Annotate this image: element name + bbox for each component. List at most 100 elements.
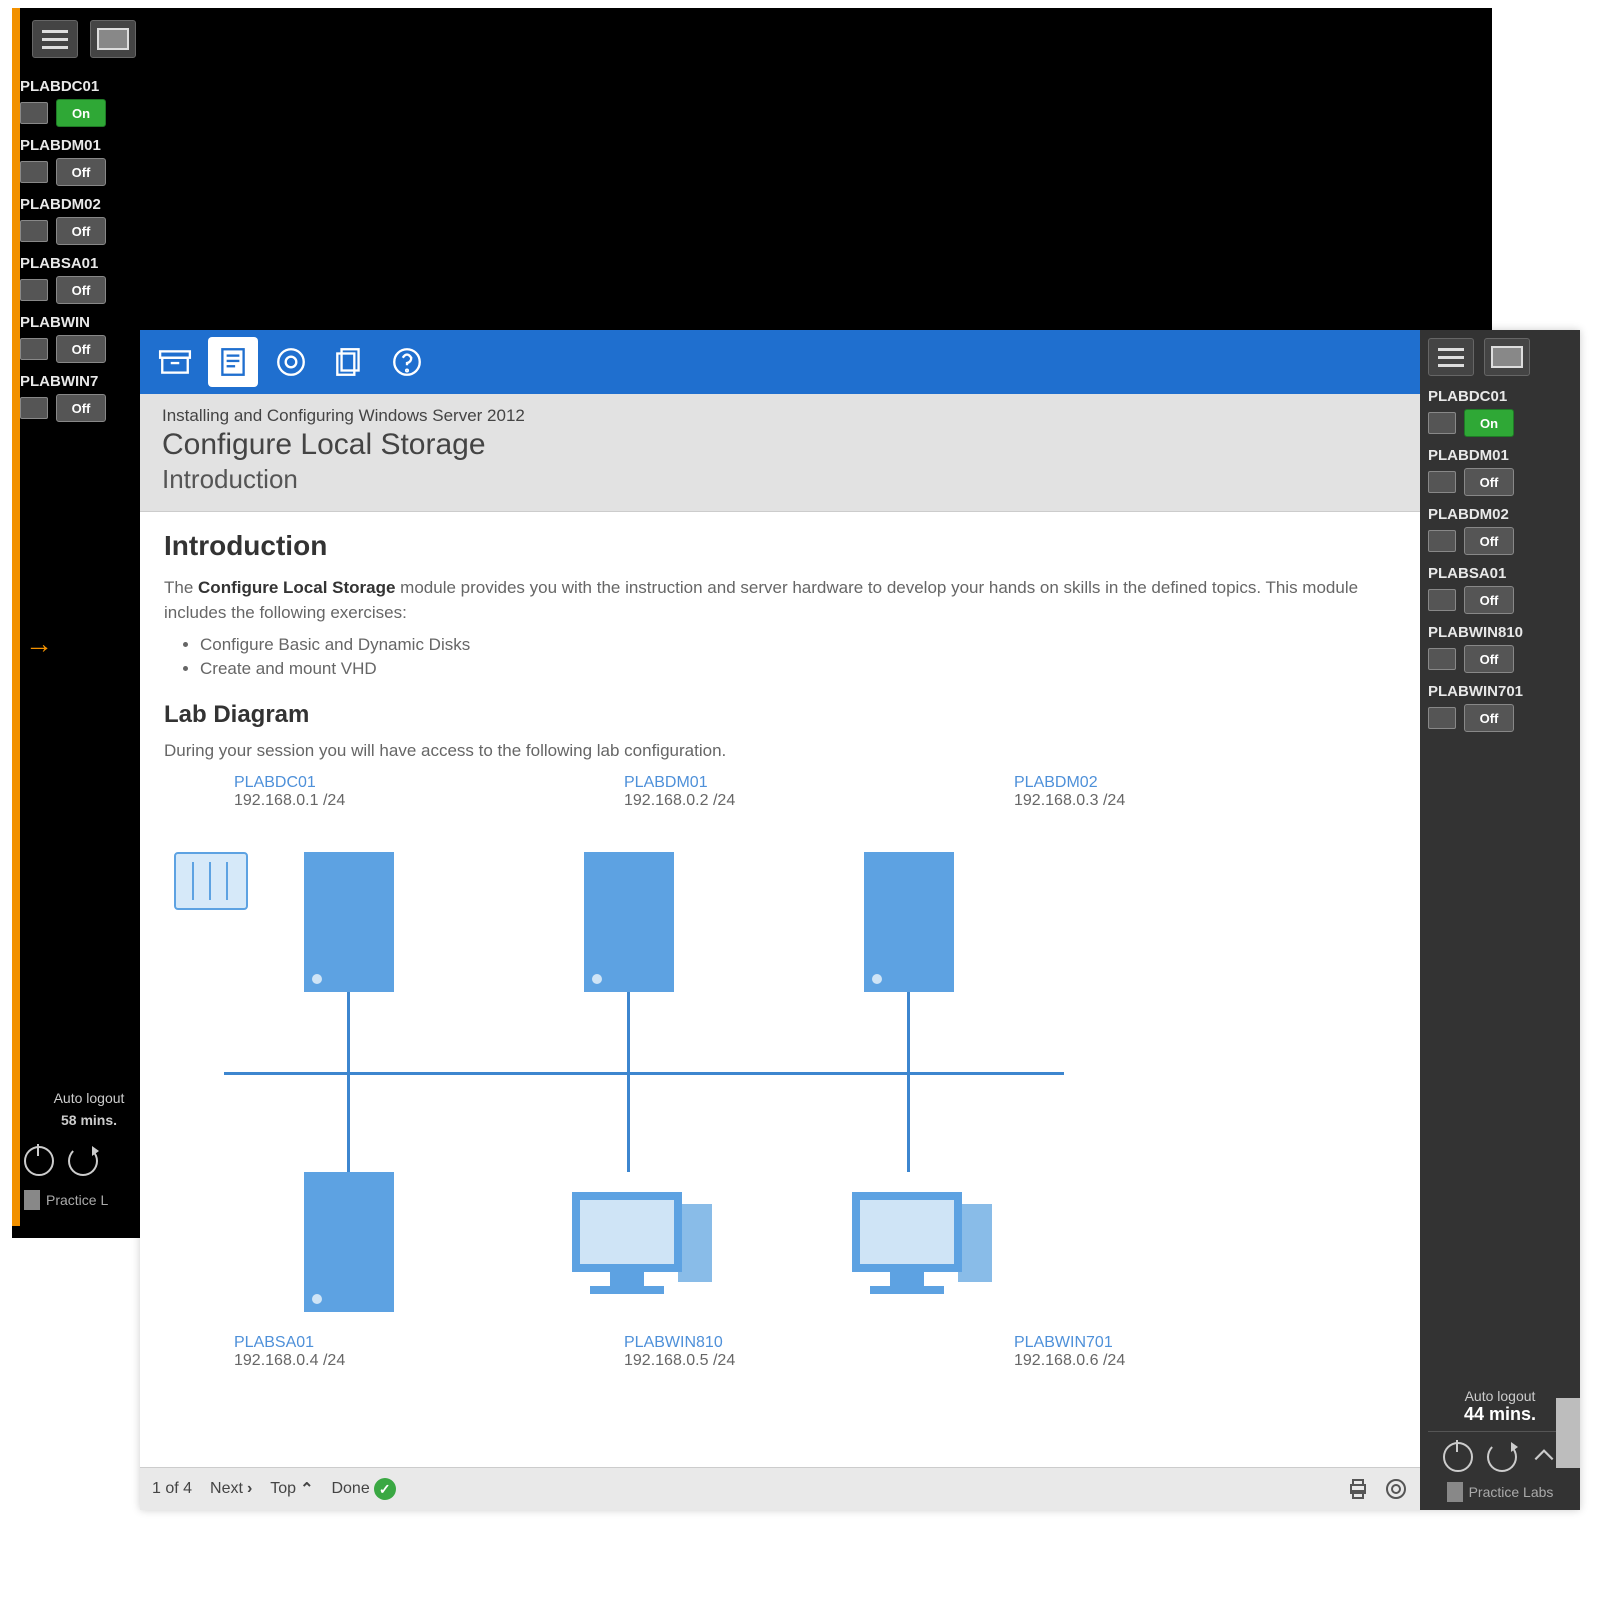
help-tab[interactable]	[382, 337, 432, 387]
server-icon	[20, 338, 48, 360]
help-icon	[390, 345, 424, 379]
done-button[interactable]: Done ✓	[331, 1478, 395, 1500]
device-item[interactable]: PLABDM02 Off	[20, 196, 140, 245]
devices-tab[interactable]	[150, 337, 200, 387]
node-ip: 192.168.0.3 /24	[1014, 792, 1214, 810]
server-icon	[20, 102, 48, 124]
menu-button[interactable]	[32, 20, 78, 58]
device-status[interactable]: Off	[1464, 704, 1514, 732]
front-sidebar: PLABDC01On PLABDM01 Off PLABDM02 Off PLABS…	[1420, 330, 1580, 1510]
device-status[interactable]: Off	[1464, 527, 1514, 555]
device-item[interactable]: PLABDM01 Off	[1428, 447, 1572, 496]
node-ip: 192.168.0.1 /24	[234, 792, 434, 810]
device-name: PLABDM01	[1428, 447, 1572, 464]
device-status[interactable]: Off	[1464, 645, 1514, 673]
display-button[interactable]	[90, 20, 136, 58]
device-item[interactable]: PLABDM01 Off	[20, 137, 140, 186]
content-header: Installing and Configuring Windows Serve…	[140, 394, 1420, 512]
device-item[interactable]: PLABDC01 On	[20, 78, 140, 127]
server-icon	[1428, 471, 1456, 493]
node-name: PLABSA01	[234, 1334, 434, 1352]
device-status[interactable]: Off	[56, 394, 106, 422]
device-item[interactable]: PLABDM02 Off	[1428, 506, 1572, 555]
server-icon	[304, 852, 394, 992]
device-item[interactable]: PLABWIN701Off	[1428, 683, 1572, 732]
workstation-icon	[572, 1192, 682, 1294]
server-icon	[20, 397, 48, 419]
resources-tab[interactable]	[324, 337, 374, 387]
top-button[interactable]: Top ⌃	[270, 1479, 313, 1499]
device-name: PLABWIN810	[1428, 624, 1572, 641]
display-button[interactable]	[1484, 338, 1530, 376]
node-name: PLABDM02	[1014, 774, 1214, 792]
node-ip: 192.168.0.6 /24	[1014, 1352, 1214, 1370]
device-item[interactable]: PLABSA01 Off	[1428, 565, 1572, 614]
lab-intro: During your session you will have access…	[164, 739, 1396, 764]
refresh-icon[interactable]	[68, 1146, 98, 1176]
device-status[interactable]: On	[1464, 409, 1514, 437]
device-item[interactable]: PLABDC01On	[1428, 388, 1572, 437]
node-ip: 192.168.0.4 /24	[234, 1352, 434, 1370]
back-device-list: PLABDC01 On PLABDM01 Off PLABDM02 Off PL…	[20, 78, 140, 432]
device-status[interactable]: Off	[1464, 468, 1514, 496]
front-device-list: PLABDC01On PLABDM01 Off PLABDM02 Off PLABS…	[1428, 388, 1572, 1382]
device-name: PLABDM01	[20, 137, 140, 154]
device-item[interactable]: PLABWIN7 Off	[20, 373, 140, 422]
server-icon	[1428, 648, 1456, 670]
device-status[interactable]: Off	[56, 276, 106, 304]
lab-diagram: PLABDC01192.168.0.1 /24 PLABDM01192.168.…	[164, 774, 1396, 1414]
content-tab[interactable]	[208, 337, 258, 387]
next-button[interactable]: Next ›	[210, 1480, 252, 1498]
device-item[interactable]: PLABSA01 Off	[20, 255, 140, 304]
settings-icon[interactable]	[1384, 1477, 1408, 1501]
device-status[interactable]: Off	[56, 158, 106, 186]
monitor-icon	[1491, 346, 1523, 368]
device-item[interactable]: PLABWIN Off	[20, 314, 140, 363]
device-name: PLABSA01	[1428, 565, 1572, 582]
intro-paragraph: The Configure Local Storage module provi…	[164, 576, 1396, 625]
power-icon[interactable]	[1443, 1442, 1473, 1472]
bottom-nav: 1 of 4 Next › Top ⌃ Done ✓	[140, 1467, 1420, 1510]
device-name: PLABDM02	[20, 196, 140, 213]
workstation-icon	[852, 1192, 962, 1294]
power-icon[interactable]	[24, 1146, 54, 1176]
server-icon	[1428, 530, 1456, 552]
device-name: PLABDM02	[1428, 506, 1572, 523]
chevron-right-icon: ›	[247, 1480, 252, 1498]
scrollbar[interactable]	[1556, 1398, 1580, 1468]
list-item: Configure Basic and Dynamic Disks	[200, 635, 1396, 655]
hamburger-icon	[1438, 348, 1464, 367]
exercise-list: Configure Basic and Dynamic Disks Create…	[200, 635, 1396, 679]
server-icon	[864, 852, 954, 992]
settings-tab[interactable]	[266, 337, 316, 387]
lock-icon	[1447, 1482, 1463, 1502]
auto-logout-label: Auto logout	[1428, 1388, 1572, 1404]
list-item: Create and mount VHD	[200, 659, 1396, 679]
device-status[interactable]: On	[56, 99, 106, 127]
notes-icon	[216, 345, 250, 379]
device-name: PLABWIN	[20, 314, 140, 331]
chevron-up-icon: ⌃	[300, 1479, 313, 1499]
breadcrumb: Installing and Configuring Windows Serve…	[162, 406, 1398, 426]
device-item[interactable]: PLABWIN810 Off	[1428, 624, 1572, 673]
server-icon	[584, 852, 674, 992]
menu-button[interactable]	[1428, 338, 1474, 376]
brand: Practice Labs	[1428, 1482, 1572, 1502]
device-status[interactable]: Off	[56, 217, 106, 245]
refresh-icon[interactable]	[1487, 1442, 1517, 1472]
server-icon	[20, 279, 48, 301]
share-icon[interactable]	[1531, 1442, 1557, 1468]
node-ip: 192.168.0.5 /24	[624, 1352, 824, 1370]
section-title: Introduction	[162, 464, 1398, 495]
gear-icon	[274, 345, 308, 379]
print-icon[interactable]	[1346, 1477, 1370, 1501]
auto-logout-value: 58 mins.	[24, 1112, 154, 1128]
hamburger-icon	[42, 30, 68, 49]
server-icon	[1428, 707, 1456, 729]
page-title: Introduction	[164, 530, 1396, 562]
expand-arrow-icon[interactable]: →	[25, 628, 53, 660]
device-name: PLABDC01	[20, 78, 140, 95]
device-status[interactable]: Off	[1464, 586, 1514, 614]
server-icon	[20, 220, 48, 242]
device-status[interactable]: Off	[56, 335, 106, 363]
